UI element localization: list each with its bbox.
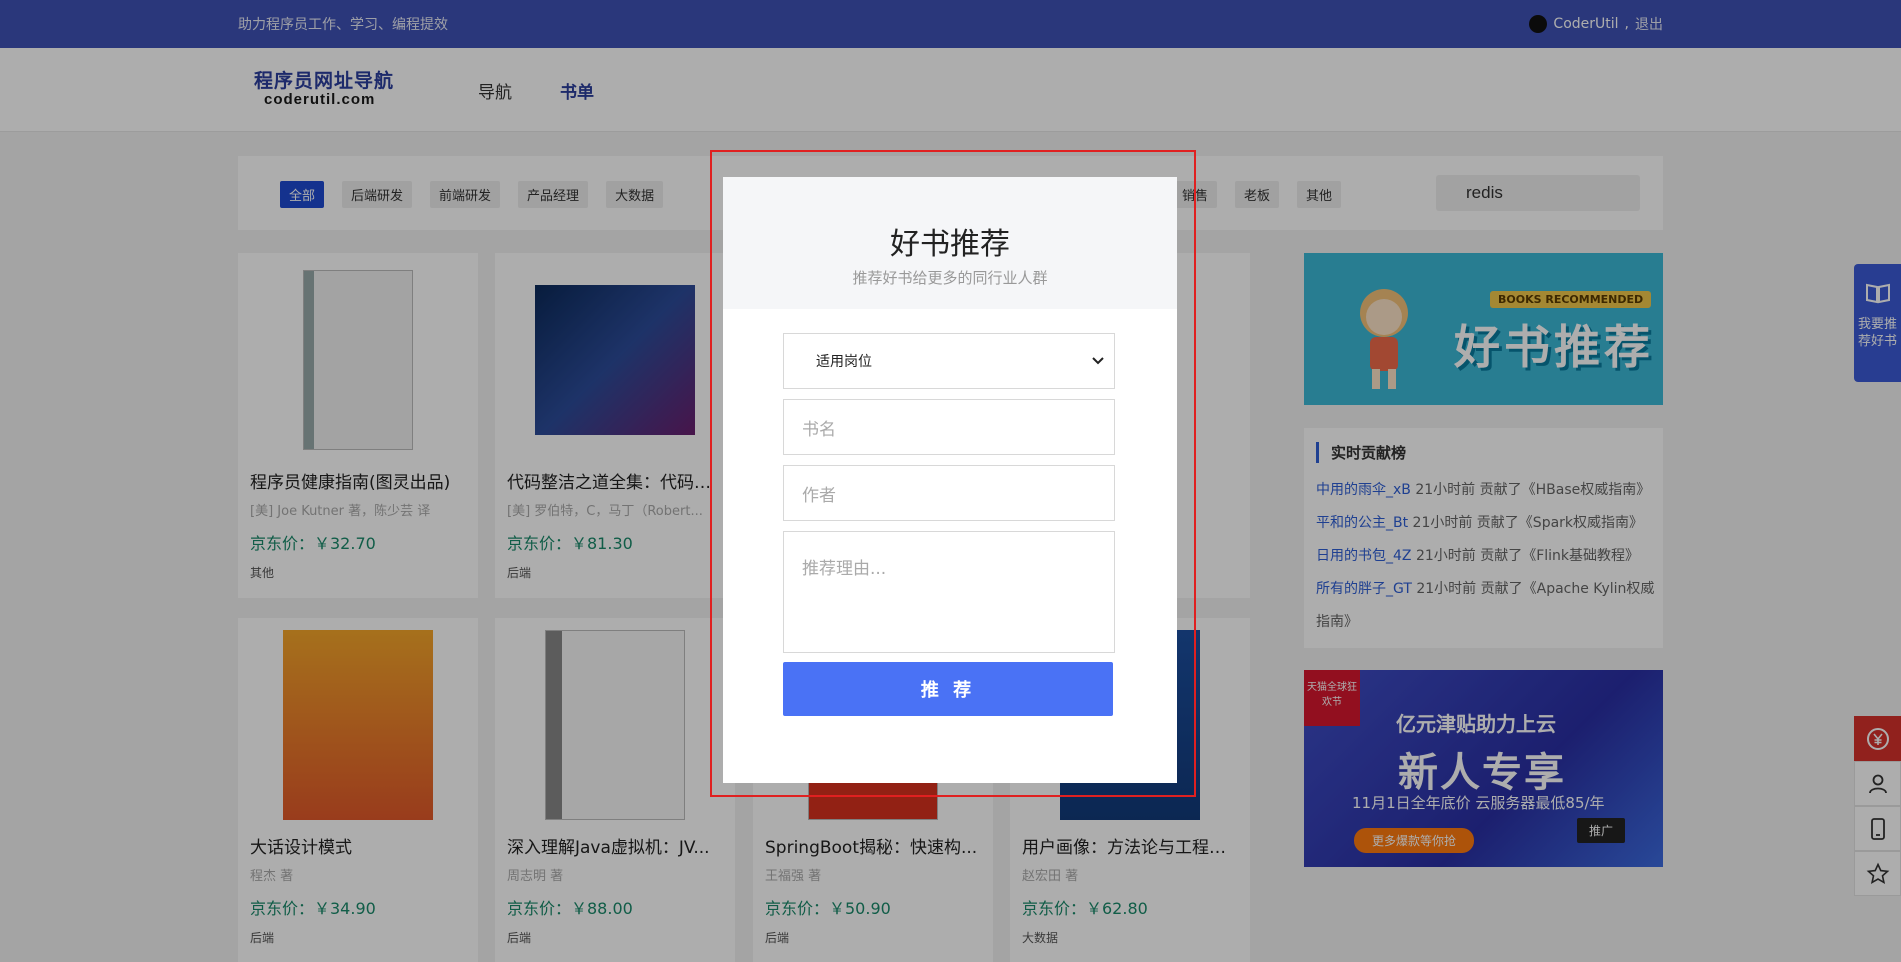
book-name-placeholder: 书名	[802, 419, 836, 440]
modal-header: 好书推荐 推荐好书给更多的同行业人群	[723, 177, 1177, 309]
reason-placeholder: 推荐理由...	[802, 559, 887, 579]
author-placeholder: 作者	[802, 485, 836, 506]
recommend-book-modal: 好书推荐 推荐好书给更多的同行业人群 适用岗位 书名 作者 推荐理由... 推 …	[723, 177, 1177, 783]
modal-title: 好书推荐	[890, 227, 1010, 262]
modal-subtitle: 推荐好书给更多的同行业人群	[852, 269, 1048, 287]
reason-textarea[interactable]: 推荐理由...	[783, 531, 1115, 653]
book-name-field[interactable]: 书名	[783, 399, 1115, 455]
chevron-down-icon	[1092, 357, 1104, 365]
recommend-submit-button[interactable]: 推 荐	[783, 662, 1113, 716]
position-select-value: 适用岗位	[816, 354, 872, 370]
author-field[interactable]: 作者	[783, 465, 1115, 521]
position-select[interactable]: 适用岗位	[783, 333, 1115, 389]
